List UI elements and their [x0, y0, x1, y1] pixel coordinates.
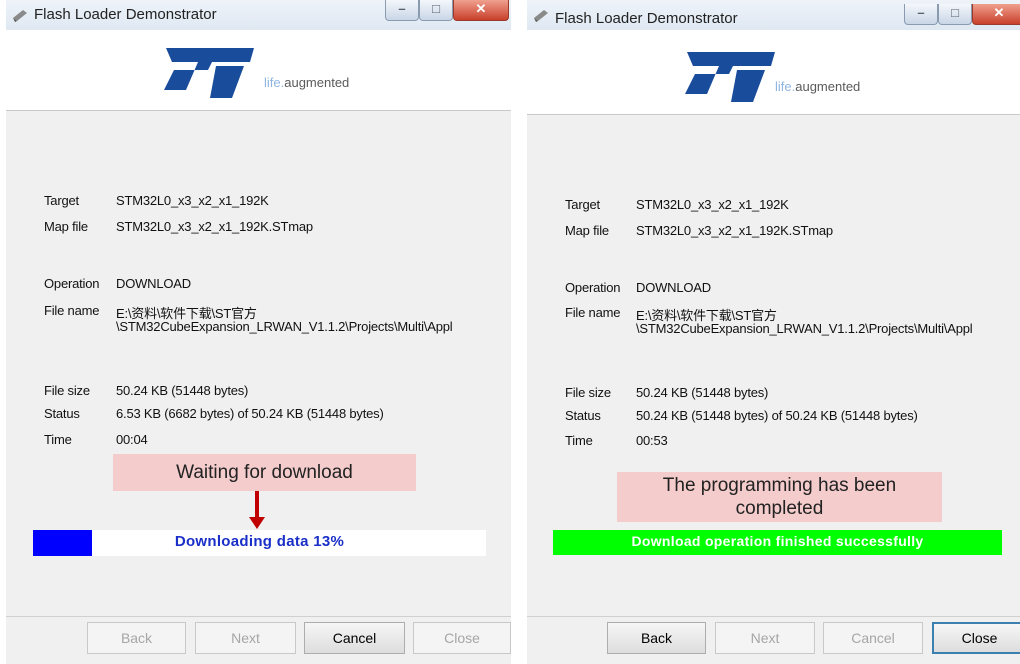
file-size-label: File size [565, 385, 611, 400]
status-value: 50.24 KB (51448 bytes) of 50.24 KB (5144… [636, 408, 918, 423]
minimize-icon: – [398, 1, 406, 16]
close-icon: ✕ [475, 1, 487, 16]
maximize-button[interactable]: □ [938, 4, 972, 25]
back-button[interactable]: Back [87, 622, 186, 654]
logo-banner: life.augmented [527, 40, 1020, 115]
minimize-icon: – [917, 5, 925, 20]
cancel-button[interactable]: Cancel [304, 622, 405, 654]
map-file-label: Map file [565, 223, 609, 238]
status-label: Status [565, 408, 601, 423]
progress-text: Downloading data 13% [174, 533, 345, 550]
close-button[interactable]: Close [932, 622, 1020, 654]
app-icon [13, 10, 27, 22]
progress-text: Download operation finished successfully [631, 533, 924, 549]
file-name-value-line2: \STM32CubeExpansion_LRWAN_V1.1.2\Project… [636, 321, 973, 336]
status-label: Status [44, 406, 80, 421]
target-value: STM32L0_x3_x2_x1_192K [636, 197, 789, 212]
logo-tagline: life.augmented [264, 75, 350, 90]
map-file-label: Map file [44, 219, 88, 234]
operation-value: DOWNLOAD [636, 280, 711, 295]
window-title: Flash Loader Demonstrator [555, 10, 738, 27]
annotation-arrow-head [249, 517, 265, 529]
operation-label: Operation [565, 280, 621, 295]
annotation-complete: The programming has been completed [617, 472, 942, 522]
wizard-content: Target STM32L0_x3_x2_x1_192K Map file ST… [6, 111, 511, 616]
annotation-line1: The programming has been [662, 475, 897, 496]
cancel-button[interactable]: Cancel [823, 622, 923, 654]
flash-loader-window-downloading: Flash Loader Demonstrator – □ ✕ life.aug… [6, 0, 511, 664]
st-logo [685, 52, 775, 102]
maximize-button[interactable]: □ [419, 0, 453, 21]
annotation-arrow [255, 491, 259, 519]
minimize-button[interactable]: – [904, 4, 938, 25]
time-label: Time [44, 432, 72, 447]
minimize-button[interactable]: – [385, 0, 419, 21]
status-value: 6.53 KB (6682 bytes) of 50.24 KB (51448 … [116, 406, 384, 421]
target-label: Target [44, 193, 79, 208]
time-value: 00:04 [116, 432, 148, 447]
target-label: Target [565, 197, 600, 212]
target-value: STM32L0_x3_x2_x1_192K [116, 193, 269, 208]
window-title: Flash Loader Demonstrator [34, 6, 217, 23]
map-file-value: STM32L0_x3_x2_x1_192K.STmap [116, 219, 313, 234]
file-size-value: 50.24 KB (51448 bytes) [636, 385, 769, 400]
maximize-icon: □ [432, 1, 440, 16]
annotation-waiting: Waiting for download [113, 454, 416, 491]
map-file-value: STM32L0_x3_x2_x1_192K.STmap [636, 223, 833, 238]
logo-banner: life.augmented [6, 36, 511, 111]
operation-label: Operation [44, 276, 100, 291]
maximize-icon: □ [951, 5, 959, 20]
app-icon [534, 10, 548, 22]
file-name-label: File name [44, 303, 100, 318]
close-window-button[interactable]: ✕ [453, 0, 509, 21]
wizard-content: Target STM32L0_x3_x2_x1_192K Map file ST… [527, 115, 1020, 620]
operation-value: DOWNLOAD [116, 276, 191, 291]
time-label: Time [565, 433, 593, 448]
file-size-value: 50.24 KB (51448 bytes) [116, 383, 249, 398]
st-logo [164, 48, 254, 98]
time-value: 00:53 [636, 433, 668, 448]
close-window-button[interactable]: ✕ [972, 4, 1020, 25]
download-complete-bar: Download operation finished successfully [553, 530, 1002, 555]
file-name-value-line2: \STM32CubeExpansion_LRWAN_V1.1.2\Project… [116, 319, 453, 334]
back-button[interactable]: Back [607, 622, 706, 654]
download-progress-bar: Downloading data 13% [33, 530, 486, 556]
close-button[interactable]: Close [413, 622, 511, 654]
logo-tagline: life.augmented [775, 79, 861, 94]
file-size-label: File size [44, 383, 90, 398]
next-button[interactable]: Next [715, 622, 815, 654]
annotation-line2: completed [735, 498, 824, 519]
next-button[interactable]: Next [195, 622, 296, 654]
flash-loader-window-complete: Flash Loader Demonstrator – □ ✕ life.aug… [527, 0, 1020, 664]
close-icon: ✕ [993, 5, 1005, 20]
file-name-label: File name [565, 305, 621, 320]
